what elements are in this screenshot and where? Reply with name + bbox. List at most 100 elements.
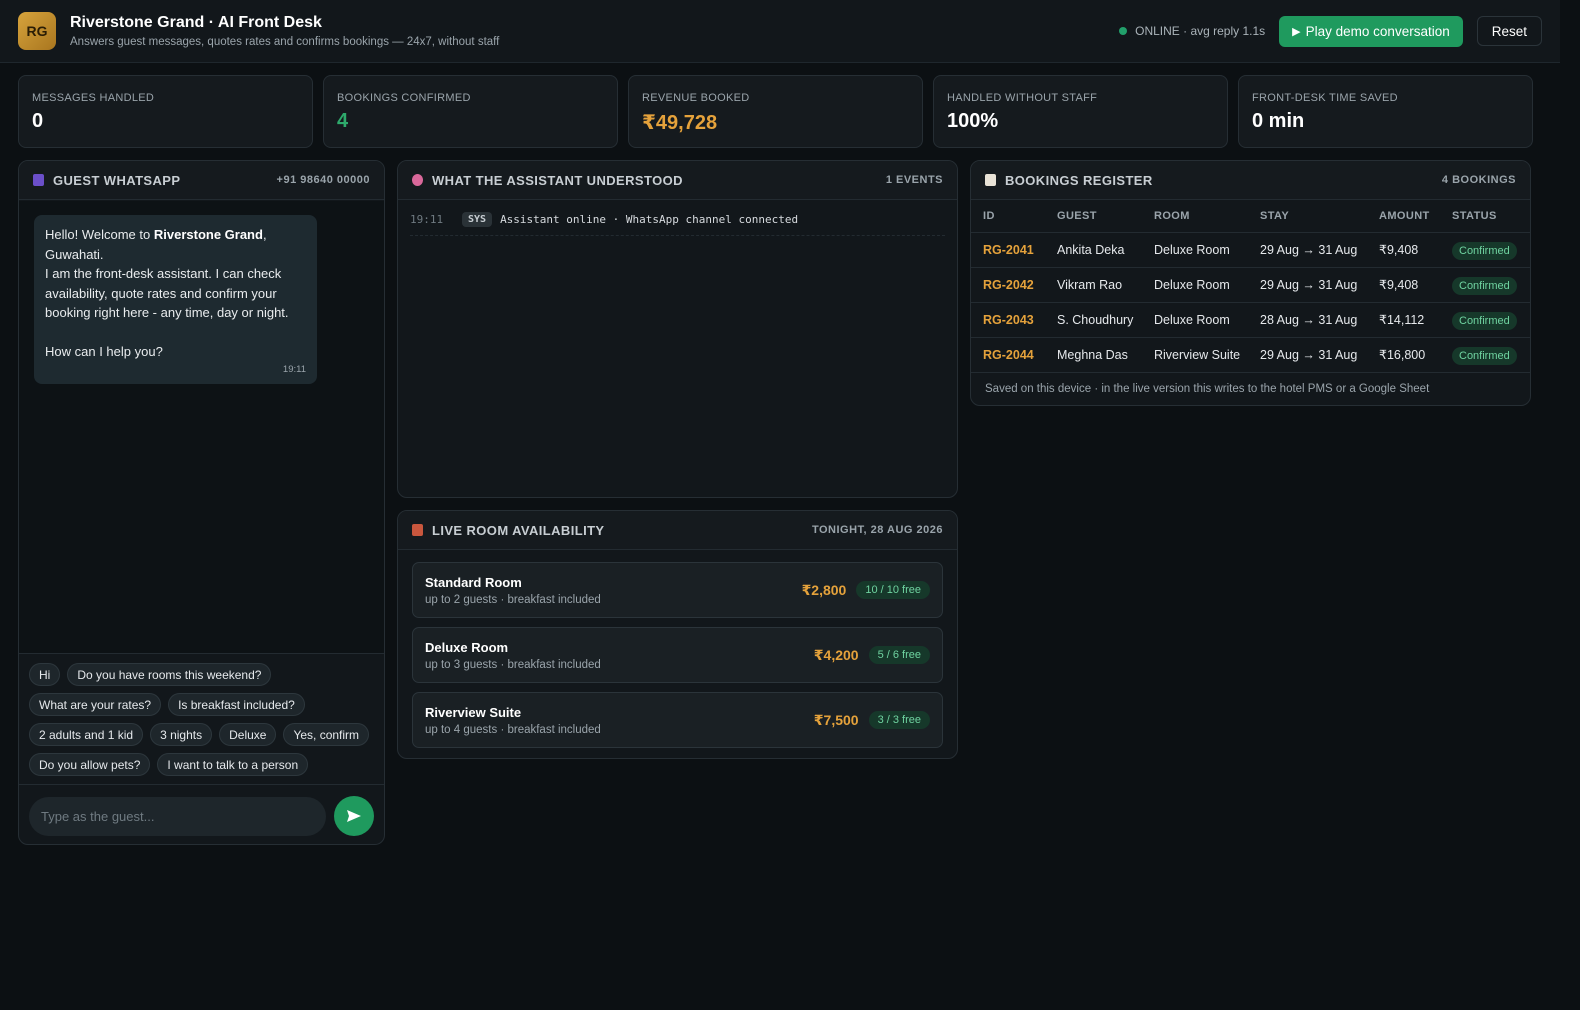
event-text: Assistant online · WhatsApp channel conn… [500, 213, 799, 226]
room-card-standard: Standard Room up to 2 guests · breakfast… [412, 562, 943, 618]
booking-stay: 29 Aug → 31 Aug [1248, 337, 1367, 373]
room-card-deluxe: Deluxe Room up to 3 guests · breakfast i… [412, 627, 943, 683]
rooms-free-badge: 5 / 6 free [868, 646, 930, 664]
booking-room: Deluxe Room [1142, 232, 1248, 268]
panel-header: GUEST WHATSAPP +91 98640 00000 [19, 161, 384, 200]
stat-value: 4 [337, 110, 349, 132]
quick-reply-chip[interactable]: Hi [29, 663, 61, 686]
quick-reply-chip[interactable]: Yes, confirm [283, 723, 370, 746]
stat-messages-handled: MESSAGES HANDLED 0 [18, 75, 313, 148]
bookings-table: ID GUEST ROOM STAY AMOUNT STATUS RG-2041… [971, 200, 1530, 373]
events-count: 1 EVENTS [885, 174, 943, 186]
booking-amount: ₹16,800 [1367, 337, 1440, 373]
quick-replies: Hi Do you have rooms this weekend? What … [19, 653, 384, 785]
quick-reply-chip[interactable]: Do you allow pets? [29, 753, 151, 776]
booking-guest: Ankita Deka [1045, 232, 1142, 268]
stat-value: 0 min [1252, 110, 1305, 132]
stat-label: REVENUE BOOKED [642, 92, 750, 104]
play-demo-button[interactable]: ▶ Play demo conversation [1279, 15, 1463, 47]
room-info: Riverview Suite up to 4 guests · breakfa… [425, 705, 601, 736]
booking-room: Deluxe Room [1142, 267, 1248, 303]
table-row[interactable]: RG-2043 S. Choudhury Deluxe Room 28 Aug … [971, 302, 1530, 338]
bookings-register-panel: BOOKINGS REGISTER 4 BOOKINGS ID GUEST RO… [970, 160, 1531, 406]
status-badge: Confirmed [1452, 241, 1517, 260]
table-header-row: ID GUEST ROOM STAY AMOUNT STATUS [971, 200, 1530, 233]
booking-amount: ₹14,112 [1367, 302, 1440, 338]
quick-reply-row: What are your rates? Is breakfast includ… [29, 693, 374, 716]
booking-room: Riverview Suite [1142, 337, 1248, 373]
assistant-message-bubble: Hello! Welcome to Riverstone Grand, Guwa… [34, 215, 317, 384]
app-header: RG Riverstone Grand · AI Front Desk Answ… [0, 0, 1560, 63]
online-status-dot-icon [1119, 27, 1128, 35]
clipboard-icon [985, 174, 996, 186]
stat-bookings-confirmed: BOOKINGS CONFIRMED 4 [323, 75, 618, 148]
status-badge: Confirmed [1452, 311, 1517, 330]
availability-date: TONIGHT, 28 AUG 2026 [811, 524, 943, 536]
stat-label: BOOKINGS CONFIRMED [337, 92, 471, 104]
reset-button[interactable]: Reset [1476, 16, 1542, 46]
column-header-room: ROOM [1142, 200, 1248, 233]
room-price: ₹7,500 [813, 711, 859, 728]
panel-title: LIVE ROOM AVAILABILITY [412, 523, 605, 538]
booking-id: RG-2043 [971, 302, 1045, 338]
booking-id: RG-2042 [971, 267, 1045, 303]
room-description: up to 3 guests · breakfast included [425, 658, 601, 671]
quick-reply-chip[interactable]: What are your rates? [29, 693, 162, 716]
app-title: Riverstone Grand · AI Front Desk [70, 14, 322, 31]
msg-greeting: Hello! Welcome to [45, 227, 154, 242]
booking-amount: ₹9,408 [1367, 267, 1440, 303]
quick-reply-chip[interactable]: Deluxe [219, 723, 277, 746]
table-row[interactable]: RG-2042 Vikram Rao Deluxe Room 29 Aug → … [971, 267, 1530, 303]
booking-guest: Vikram Rao [1045, 267, 1142, 303]
message-timestamp: 19:11 [282, 363, 306, 375]
msg-hotel-name: Riverstone Grand [153, 227, 263, 242]
booking-guest: S. Choudhury [1045, 302, 1142, 338]
quick-reply-chip[interactable]: 3 nights [150, 723, 213, 746]
column-header-guest: GUEST [1045, 200, 1142, 233]
room-availability-panel: LIVE ROOM AVAILABILITY TONIGHT, 28 AUG 2… [397, 510, 958, 759]
table-row[interactable]: RG-2044 Meghna Das Riverview Suite 29 Au… [971, 337, 1530, 373]
guest-message-input[interactable] [29, 796, 326, 836]
chat-thread[interactable]: Hello! Welcome to Riverstone Grand, Guwa… [19, 201, 384, 653]
message-composer [19, 786, 384, 844]
guest-phone-number: +91 98640 00000 [276, 174, 370, 186]
room-description: up to 2 guests · breakfast included [425, 593, 601, 606]
room-price: ₹2,800 [801, 581, 847, 598]
stat-revenue-booked: REVENUE BOOKED ₹49,728 [628, 75, 923, 148]
table-row[interactable]: RG-2041 Ankita Deka Deluxe Room 29 Aug →… [971, 232, 1530, 268]
room-name: Deluxe Room [425, 639, 509, 655]
stat-handled-without-staff: HANDLED WITHOUT STAFF 100% [933, 75, 1228, 148]
send-button[interactable] [334, 796, 374, 836]
msg-question: How can I help you? [45, 344, 163, 359]
column-header-id: ID [971, 200, 1045, 233]
panel-header: BOOKINGS REGISTER 4 BOOKINGS [971, 161, 1530, 200]
stat-value: 100% [947, 110, 999, 132]
panel-title: BOOKINGS REGISTER [985, 173, 1153, 188]
stats-row: MESSAGES HANDLED 0 BOOKINGS CONFIRMED 4 … [18, 75, 1533, 148]
room-info: Deluxe Room up to 3 guests · breakfast i… [425, 640, 601, 671]
quick-reply-chip[interactable]: 2 adults and 1 kid [29, 723, 144, 746]
quick-reply-chip[interactable]: Do you have rooms this weekend? [67, 663, 272, 686]
booking-stay: 28 Aug → 31 Aug [1248, 302, 1367, 338]
event-time: 19:11 [410, 213, 444, 226]
panel-title: WHAT THE ASSISTANT UNDERSTOOD [412, 173, 683, 188]
brain-icon [412, 174, 423, 186]
send-icon [347, 810, 361, 822]
phone-icon [33, 174, 44, 186]
quick-reply-chip[interactable]: Is breakfast included? [168, 693, 305, 716]
booking-id: RG-2044 [971, 337, 1045, 373]
column-header-amount: AMOUNT [1367, 200, 1440, 233]
column-header-stay: STAY [1248, 200, 1367, 233]
room-pricing: ₹2,800 10 / 10 free [802, 581, 930, 599]
panel-title-text: GUEST WHATSAPP [53, 172, 181, 188]
event-tag: SYS [462, 212, 493, 227]
brand-block: Riverstone Grand · AI Front Desk Answers… [70, 14, 499, 48]
quick-reply-chip[interactable]: I want to talk to a person [157, 753, 309, 776]
event-log: 19:11 SYS Assistant online · WhatsApp ch… [398, 212, 957, 236]
stat-value: 0 [32, 110, 44, 132]
panel-header: WHAT THE ASSISTANT UNDERSTOOD 1 EVENTS [398, 161, 957, 200]
guest-whatsapp-panel: GUEST WHATSAPP +91 98640 00000 Hello! We… [18, 160, 385, 845]
msg-body: I am the front-desk assistant. I can che… [45, 266, 289, 320]
booking-stay: 29 Aug → 31 Aug [1248, 267, 1367, 303]
rooms-free-badge: 3 / 3 free [868, 711, 930, 729]
